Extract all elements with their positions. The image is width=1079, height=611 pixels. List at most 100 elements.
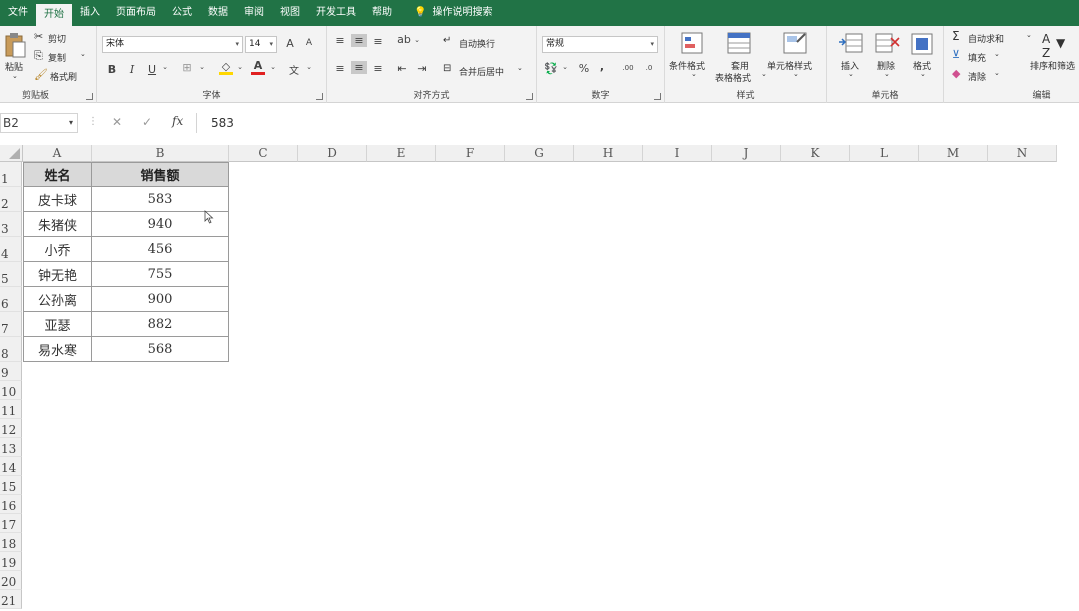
align-middle-icon[interactable]: ≡ — [351, 34, 367, 47]
chevron-down-icon[interactable]: ⌄ — [269, 63, 277, 71]
sales-cell[interactable]: 456 — [92, 237, 229, 262]
row-header-15[interactable]: 15 — [0, 476, 22, 495]
column-header-m[interactable]: M — [919, 145, 988, 162]
format-as-table-button[interactable]: 套用 表格格式 ⌄ — [715, 30, 767, 84]
decrease-indent-icon[interactable]: ⇤ — [395, 62, 409, 75]
comma-button[interactable]: , — [597, 60, 607, 73]
bold-button[interactable]: B — [105, 63, 119, 76]
sales-cell[interactable]: 568 — [92, 337, 229, 362]
column-header-h[interactable]: H — [574, 145, 643, 162]
row-header-12[interactable]: 12 — [0, 419, 22, 438]
tab-file[interactable]: 文件 — [0, 0, 36, 26]
align-bottom-icon[interactable]: ≡ — [371, 35, 385, 48]
row-header-1[interactable]: 1 — [0, 162, 22, 187]
row-header-16[interactable]: 16 — [0, 495, 22, 514]
tab-insert[interactable]: 插入 — [72, 0, 108, 26]
formula-input[interactable]: 583 — [196, 113, 1079, 133]
increase-indent-icon[interactable]: ⇥ — [415, 62, 429, 75]
name-cell[interactable]: 亚瑟 — [23, 312, 92, 337]
tell-me-search[interactable]: 💡 操作说明搜索 — [406, 0, 500, 26]
row-header-5[interactable]: 5 — [0, 262, 22, 287]
sales-cell[interactable]: 755 — [92, 262, 229, 287]
insert-function-icon[interactable]: fx — [172, 114, 183, 128]
decrease-decimal-button[interactable]: .0 — [641, 64, 657, 72]
align-center-icon[interactable]: ≡ — [351, 61, 367, 74]
tab-review[interactable]: 审阅 — [236, 0, 272, 26]
align-top-icon[interactable]: ≡ — [333, 34, 347, 47]
chevron-down-icon[interactable]: ⌄ — [198, 63, 206, 71]
borders-icon[interactable]: ⊞ — [180, 61, 194, 74]
chevron-down-icon[interactable]: ⌄ — [161, 63, 169, 71]
percent-button[interactable]: % — [577, 62, 591, 75]
row-header-8[interactable]: 8 — [0, 337, 22, 362]
column-header-j[interactable]: J — [712, 145, 781, 162]
dialog-launcher-icon[interactable] — [654, 93, 661, 100]
name-cell[interactable]: 朱猪侠 — [23, 212, 92, 237]
shrink-font-icon[interactable]: A — [302, 38, 316, 48]
number-format-select[interactable]: 常规 ▾ — [542, 36, 658, 53]
align-right-icon[interactable]: ≡ — [371, 62, 385, 75]
column-header-d[interactable]: D — [298, 145, 367, 162]
column-header-c[interactable]: C — [229, 145, 298, 162]
tab-data[interactable]: 数据 — [200, 0, 236, 26]
column-header-f[interactable]: F — [436, 145, 505, 162]
font-color-icon[interactable]: A — [251, 59, 265, 75]
row-header-21[interactable]: 21 — [0, 590, 22, 609]
row-header-9[interactable]: 9 — [0, 362, 22, 381]
name-cell[interactable]: 小乔 — [23, 237, 92, 262]
row-header-18[interactable]: 18 — [0, 533, 22, 552]
column-header-i[interactable]: I — [643, 145, 712, 162]
delete-cells-button[interactable]: 删除 ⌄ — [871, 30, 903, 84]
column-header-n[interactable]: N — [988, 145, 1057, 162]
row-header-4[interactable]: 4 — [0, 237, 22, 262]
row-header-20[interactable]: 20 — [0, 571, 22, 590]
tab-view[interactable]: 视图 — [272, 0, 308, 26]
dialog-launcher-icon[interactable] — [86, 93, 93, 100]
column-header-g[interactable]: G — [505, 145, 574, 162]
chevron-down-icon[interactable]: ⌄ — [413, 36, 421, 44]
chevron-down-icon[interactable]: ⌄ — [305, 63, 313, 71]
chevron-down-icon[interactable]: ⌄ — [561, 63, 569, 71]
underline-button[interactable]: U — [145, 63, 159, 76]
phonetic-guide-icon[interactable]: 文 — [287, 62, 301, 77]
fill-color-icon[interactable]: ◇ — [219, 60, 233, 75]
insert-cells-button[interactable]: 插入 ⌄ — [835, 30, 867, 84]
italic-button[interactable]: I — [125, 63, 139, 76]
column-header-k[interactable]: K — [781, 145, 850, 162]
row-header-7[interactable]: 7 — [0, 312, 22, 337]
row-header-10[interactable]: 10 — [0, 381, 22, 400]
tab-formulas[interactable]: 公式 — [164, 0, 200, 26]
tab-help[interactable]: 帮助 — [364, 0, 400, 26]
row-header-2[interactable]: 2 — [0, 187, 22, 212]
font-name-select[interactable]: 宋体 ▾ — [102, 36, 243, 53]
row-header-14[interactable]: 14 — [0, 457, 22, 476]
column-header-a[interactable]: A — [23, 145, 92, 162]
header-name-cell[interactable]: 姓名 — [23, 162, 92, 187]
format-cells-button[interactable]: 格式 ⌄ — [907, 30, 939, 84]
header-sales-cell[interactable]: 销售额 — [92, 162, 229, 187]
column-header-l[interactable]: L — [850, 145, 919, 162]
conditional-formatting-button[interactable]: 条件格式 ⌄ — [669, 30, 717, 84]
tab-page-layout[interactable]: 页面布局 — [108, 0, 164, 26]
sort-filter-button[interactable]: AZ ▼ 排序和筛选 — [1028, 30, 1079, 84]
cancel-icon[interactable]: ✕ — [112, 115, 122, 129]
row-header-3[interactable]: 3 — [0, 212, 22, 237]
dialog-launcher-icon[interactable] — [526, 93, 533, 100]
select-all-corner[interactable] — [0, 145, 23, 162]
orientation-icon[interactable]: ab — [397, 33, 411, 46]
grow-font-icon[interactable]: A — [283, 37, 297, 50]
row-header-6[interactable]: 6 — [0, 287, 22, 312]
row-header-13[interactable]: 13 — [0, 438, 22, 457]
tab-home[interactable]: 开始 — [36, 4, 72, 26]
row-header-11[interactable]: 11 — [0, 400, 22, 419]
name-cell[interactable]: 钟无艳 — [23, 262, 92, 287]
row-header-19[interactable]: 19 — [0, 552, 22, 571]
font-size-select[interactable]: 14 ▾ — [245, 36, 277, 53]
tab-developer[interactable]: 开发工具 — [308, 0, 364, 26]
row-header-17[interactable]: 17 — [0, 514, 22, 533]
name-cell[interactable]: 易水寒 — [23, 337, 92, 362]
column-header-e[interactable]: E — [367, 145, 436, 162]
cell-styles-button[interactable]: 单元格样式 ⌄ — [767, 30, 823, 84]
align-left-icon[interactable]: ≡ — [333, 62, 347, 75]
currency-icon[interactable]: 💱 — [543, 62, 559, 75]
